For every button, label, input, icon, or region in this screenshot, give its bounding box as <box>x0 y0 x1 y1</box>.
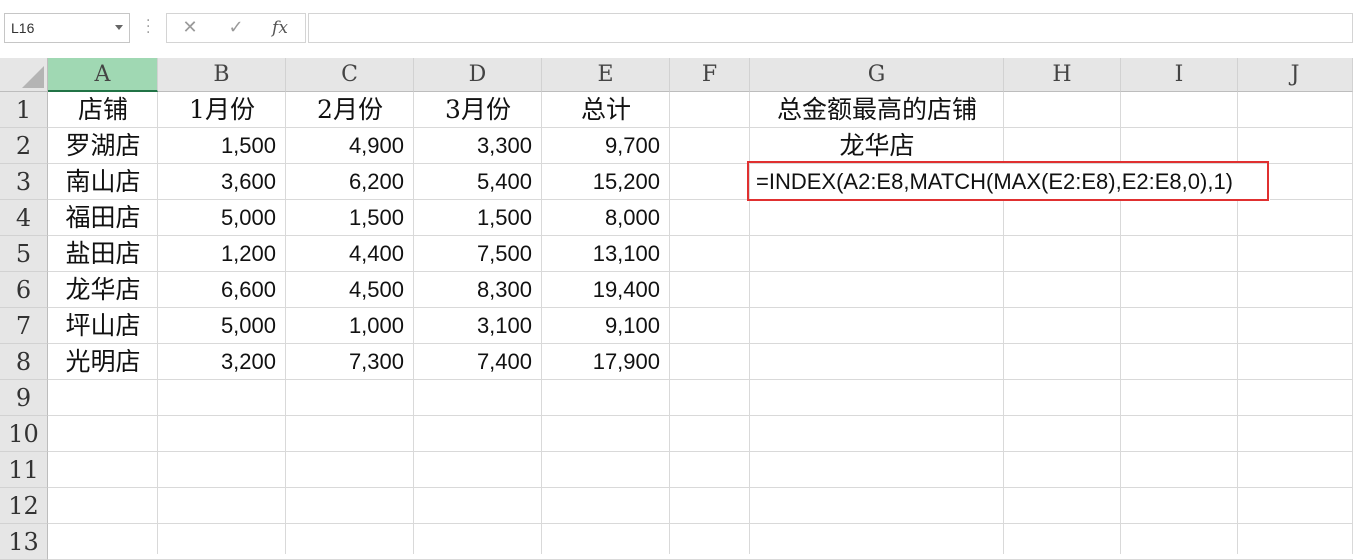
column-header-f[interactable]: F <box>670 58 750 92</box>
store-name-cell[interactable]: 罗湖店 <box>48 128 158 164</box>
value-cell[interactable]: 3,600 <box>158 164 286 200</box>
gridline-horizontal <box>48 523 1353 524</box>
value-cell[interactable]: 9,100 <box>542 308 670 344</box>
value-cell[interactable]: 5,400 <box>414 164 542 200</box>
value-cell[interactable]: 8,000 <box>542 200 670 236</box>
drag-handle-icon[interactable]: · · · <box>146 14 150 40</box>
column-header-e[interactable]: E <box>542 58 670 92</box>
row-header-13[interactable]: 13 <box>0 524 48 560</box>
store-name-cell[interactable]: 福田店 <box>48 200 158 236</box>
value-cell[interactable]: 7,400 <box>414 344 542 380</box>
value-cell[interactable]: 3,200 <box>158 344 286 380</box>
row-header-9[interactable]: 9 <box>0 380 48 416</box>
value-cell[interactable]: 15,200 <box>542 164 670 200</box>
table-header-cell[interactable]: 3月份 <box>414 92 542 128</box>
store-name-cell[interactable]: 光明店 <box>48 344 158 380</box>
column-header-c[interactable]: C <box>286 58 414 92</box>
row-header-4[interactable]: 4 <box>0 200 48 236</box>
row-header-6[interactable]: 6 <box>0 272 48 308</box>
insert-function-icon[interactable]: fx <box>265 17 295 39</box>
formula-highlight-box <box>747 161 1269 201</box>
value-cell[interactable]: 5,000 <box>158 200 286 236</box>
column-header-d[interactable]: D <box>414 58 542 92</box>
store-name-cell[interactable]: 坪山店 <box>48 308 158 344</box>
row-header-1[interactable]: 1 <box>0 92 48 128</box>
row-header-8[interactable]: 8 <box>0 344 48 380</box>
column-header-g[interactable]: G <box>750 58 1004 92</box>
value-cell[interactable]: 7,500 <box>414 236 542 272</box>
value-cell[interactable]: 17,900 <box>542 344 670 380</box>
formula-input[interactable] <box>308 13 1353 43</box>
spreadsheet-grid[interactable]: A B C D E F G H I J 1 2 3 4 5 6 7 8 9 10 11 12 13 店铺 1月份 2月份 3月份 总计… <box>0 58 1353 560</box>
value-cell[interactable]: 7,300 <box>286 344 414 380</box>
column-header-b[interactable]: B <box>158 58 286 92</box>
table-header-cell[interactable]: 1月份 <box>158 92 286 128</box>
table-header-cell[interactable]: 总计 <box>542 92 670 128</box>
enter-icon[interactable]: ✓ <box>221 17 251 39</box>
row-header-10[interactable]: 10 <box>0 416 48 452</box>
value-cell[interactable]: 19,400 <box>542 272 670 308</box>
value-cell[interactable]: 4,400 <box>286 236 414 272</box>
value-cell[interactable]: 4,900 <box>286 128 414 164</box>
value-cell[interactable]: 1,200 <box>158 236 286 272</box>
value-cell[interactable]: 5,000 <box>158 308 286 344</box>
gridline-horizontal <box>48 451 1353 452</box>
gridline-horizontal <box>48 487 1353 488</box>
formula-buttons: ✕ ✓ fx <box>166 13 306 43</box>
table-header-cell[interactable]: 店铺 <box>48 92 158 128</box>
value-cell[interactable]: 3,300 <box>414 128 542 164</box>
value-cell[interactable]: 6,600 <box>158 272 286 308</box>
value-cell[interactable]: 1,500 <box>414 200 542 236</box>
store-name-cell[interactable]: 南山店 <box>48 164 158 200</box>
value-cell[interactable]: 9,700 <box>542 128 670 164</box>
value-cell[interactable]: 3,100 <box>414 308 542 344</box>
gridline-horizontal <box>48 415 1353 416</box>
row-header-12[interactable]: 12 <box>0 488 48 524</box>
value-cell[interactable]: 1,000 <box>286 308 414 344</box>
row-header-5[interactable]: 5 <box>0 236 48 272</box>
row-header-11[interactable]: 11 <box>0 452 48 488</box>
column-header-j[interactable]: J <box>1238 58 1353 92</box>
value-cell[interactable]: 13,100 <box>542 236 670 272</box>
lookup-result-cell[interactable]: 龙华店 <box>750 128 1004 164</box>
name-box-value: L16 <box>11 20 35 36</box>
column-header-h[interactable]: H <box>1004 58 1121 92</box>
row-header-7[interactable]: 7 <box>0 308 48 344</box>
value-cell[interactable]: 8,300 <box>414 272 542 308</box>
formula-bar-area: L16 · · · ✕ ✓ fx <box>0 0 1353 58</box>
name-box[interactable]: L16 <box>4 13 130 43</box>
value-cell[interactable]: 6,200 <box>286 164 414 200</box>
cancel-icon[interactable]: ✕ <box>175 17 205 39</box>
table-header-cell[interactable]: 2月份 <box>286 92 414 128</box>
name-box-dropdown-icon[interactable] <box>115 25 123 30</box>
value-cell[interactable]: 1,500 <box>158 128 286 164</box>
store-name-cell[interactable]: 盐田店 <box>48 236 158 272</box>
row-header-3[interactable]: 3 <box>0 164 48 200</box>
column-header-a[interactable]: A <box>48 58 158 92</box>
value-cell[interactable]: 1,500 <box>286 200 414 236</box>
select-all-button[interactable] <box>0 58 48 92</box>
lookup-title-cell[interactable]: 总金额最高的店铺 <box>750 92 1004 128</box>
store-name-cell[interactable]: 龙华店 <box>48 272 158 308</box>
row-header-2[interactable]: 2 <box>0 128 48 164</box>
select-all-icon <box>22 66 44 88</box>
value-cell[interactable]: 4,500 <box>286 272 414 308</box>
column-header-i[interactable]: I <box>1121 58 1238 92</box>
